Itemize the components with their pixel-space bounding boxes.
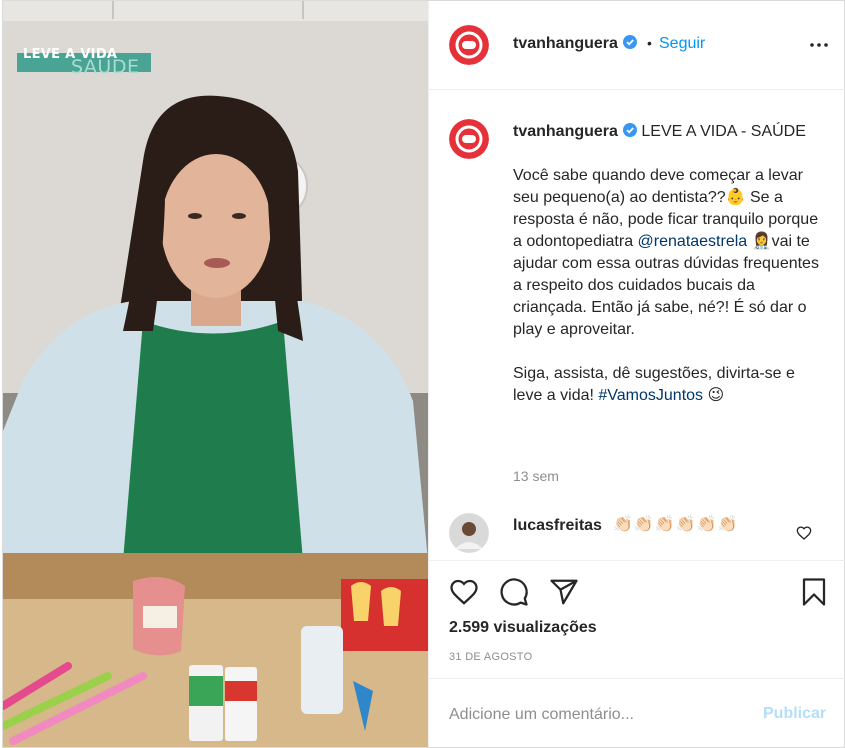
post-header: tvanhanguera • Seguir <box>429 1 845 90</box>
caption-text: tvanhanguera LEVE A VIDA - SAÚDE Você sa… <box>513 121 823 407</box>
verified-badge-icon <box>622 35 637 49</box>
share-paper-plane-icon[interactable] <box>549 577 579 607</box>
verified-badge-icon <box>622 123 637 137</box>
hashtag-link[interactable]: #VamosJuntos <box>598 387 703 404</box>
caption-avatar-icon[interactable] <box>449 119 489 159</box>
comment-username[interactable]: lucasfreitas <box>513 517 602 535</box>
post-sidebar: tvanhanguera • Seguir tvanhanguera LEVE … <box>428 1 845 747</box>
post-actions: 2.599 visualizações 31 DE AGOSTO <box>429 560 845 670</box>
instagram-post: LEVE A VIDA SAÚDE tvanhanguera • Seguir <box>2 0 845 748</box>
comment-input[interactable] <box>449 697 749 733</box>
save-bookmark-icon[interactable] <box>799 577 829 607</box>
tvanhanguera-logo-icon[interactable] <box>449 25 489 65</box>
caption-timestamp[interactable]: 13 sem <box>513 468 559 484</box>
like-heart-icon[interactable] <box>449 577 479 607</box>
header-separator: • <box>647 35 652 51</box>
comments-list[interactable]: tvanhanguera LEVE A VIDA - SAÚDE Você sa… <box>429 91 845 559</box>
caption-username[interactable]: tvanhanguera <box>513 123 637 140</box>
more-options-icon[interactable] <box>807 35 831 55</box>
video-player[interactable]: LEVE A VIDA SAÚDE <box>3 1 428 747</box>
comment-bubble-icon[interactable] <box>499 577 529 607</box>
mention-link[interactable]: @renataestrela <box>638 233 748 250</box>
follow-button[interactable]: Seguir <box>659 35 705 53</box>
wink-emoji: 😉 <box>707 387 725 404</box>
comment-like-heart-icon[interactable] <box>796 525 812 541</box>
post-date[interactable]: 31 DE AGOSTO <box>449 651 532 663</box>
publish-button[interactable]: Publicar <box>763 705 826 723</box>
view-count[interactable]: 2.599 visualizações <box>449 619 597 637</box>
header-username[interactable]: tvanhanguera <box>513 35 637 53</box>
dentist-emoji: 👩‍⚕️ <box>751 233 772 250</box>
comment-text: 👏🏻👏🏻👏🏻👏🏻👏🏻👏🏻 <box>613 516 739 533</box>
add-comment-bar: Publicar <box>429 678 845 747</box>
overlay-title-line2: SAÚDE <box>71 56 140 78</box>
video-frame-illustration <box>3 1 428 747</box>
caption-title: LEVE A VIDA - SAÚDE <box>641 123 806 140</box>
commenter-avatar[interactable] <box>449 513 489 553</box>
baby-emoji: 👶 <box>725 189 746 206</box>
